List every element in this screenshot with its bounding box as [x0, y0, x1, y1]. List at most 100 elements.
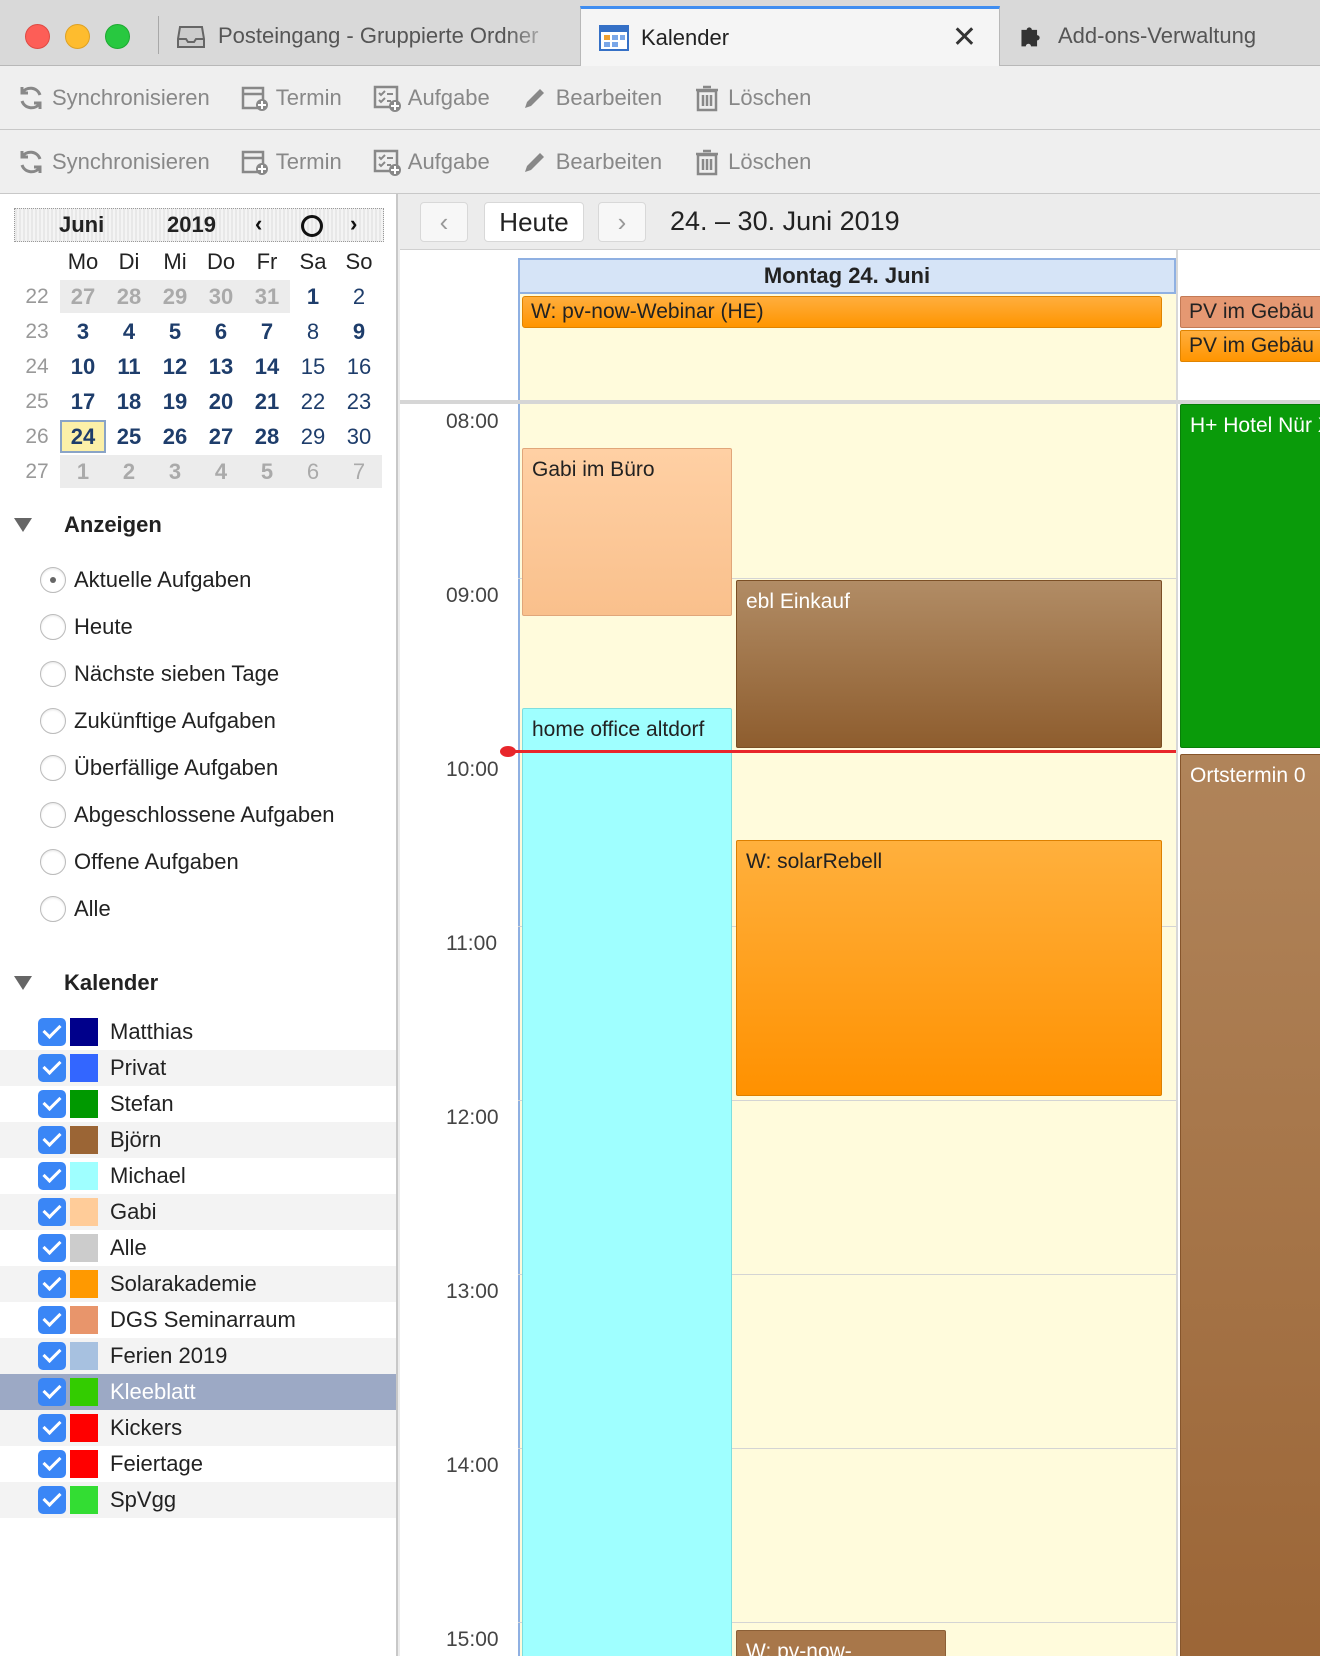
checkbox[interactable] [38, 1162, 66, 1190]
minimize-window-button[interactable] [65, 24, 90, 49]
close-window-button[interactable] [25, 24, 50, 49]
day-cell[interactable]: 3 [60, 315, 106, 348]
calendar-item[interactable]: Alle [0, 1230, 396, 1266]
today-button[interactable]: Heute [484, 202, 584, 242]
event-pv-gebaeude[interactable]: PV im Gebäu [1180, 330, 1320, 362]
sync-button[interactable]: Synchronisieren [16, 147, 210, 177]
checkbox[interactable] [38, 1378, 66, 1406]
day-cell[interactable]: 30 [198, 280, 244, 313]
day-cell[interactable]: 17 [60, 385, 106, 418]
day-cell[interactable]: 16 [336, 350, 382, 383]
chevron-right-icon[interactable]: › [350, 211, 357, 237]
day-cell[interactable]: 18 [106, 385, 152, 418]
day-cell[interactable]: 19 [152, 385, 198, 418]
day-cell[interactable]: 11 [106, 350, 152, 383]
disclosure-triangle-icon[interactable] [14, 976, 32, 990]
calendar-item[interactable]: Gabi [0, 1194, 396, 1230]
calendar-item-selected[interactable]: Kleeblatt [0, 1374, 396, 1410]
checkbox[interactable] [38, 1342, 66, 1370]
event-ortstermin[interactable]: Ortstermin 0 [1180, 754, 1320, 1656]
day-cell[interactable]: 21 [244, 385, 290, 418]
filter-option[interactable]: Zukünftige Aufgaben [40, 697, 335, 744]
day-cell[interactable]: 25 [106, 420, 152, 453]
day-cell[interactable]: 4 [106, 315, 152, 348]
checkbox[interactable] [38, 1414, 66, 1442]
event-pv-now[interactable]: W: pv-now- [736, 1630, 946, 1656]
checkbox[interactable] [38, 1198, 66, 1226]
checkbox[interactable] [38, 1450, 66, 1478]
new-task-button[interactable]: Aufgabe [372, 83, 490, 113]
calendar-section-header[interactable]: Kalender [14, 970, 158, 996]
day-cell[interactable]: 7 [336, 455, 382, 488]
calendar-item[interactable]: Solarakademie [0, 1266, 396, 1302]
calendar-item[interactable]: Kickers [0, 1410, 396, 1446]
filter-option[interactable]: Offene Aufgaben [40, 838, 335, 885]
edit-button[interactable]: Bearbeiten [520, 83, 662, 113]
day-cell[interactable]: 5 [152, 315, 198, 348]
day-cell[interactable]: 12 [152, 350, 198, 383]
tab-inbox[interactable]: Posteingang - Gruppierte Ordner [176, 6, 580, 66]
day-cell[interactable]: 23 [336, 385, 382, 418]
next-week-button[interactable]: › [598, 202, 646, 242]
event-hotel[interactable]: H+ Hotel Nür XXL-Stornog [1180, 404, 1320, 748]
edit-button[interactable]: Bearbeiten [520, 147, 662, 177]
event-solarrebell[interactable]: W: solarRebell [736, 840, 1162, 1096]
radio-button[interactable] [40, 801, 66, 828]
zoom-window-button[interactable] [105, 24, 130, 49]
day-cell[interactable]: 10 [60, 350, 106, 383]
day-cell[interactable]: 3 [152, 455, 198, 488]
day-cell[interactable]: 29 [290, 420, 336, 453]
day-cell[interactable]: 1 [290, 280, 336, 313]
radio-button[interactable] [40, 566, 66, 593]
day-cell[interactable]: 8 [290, 315, 336, 348]
show-section-header[interactable]: Anzeigen [14, 512, 162, 538]
day-cell[interactable]: 4 [198, 455, 244, 488]
calendar-item[interactable]: DGS Seminarraum [0, 1302, 396, 1338]
day-cell[interactable]: 2 [106, 455, 152, 488]
new-task-button[interactable]: Aufgabe [372, 147, 490, 177]
previous-week-button[interactable]: ‹ [420, 202, 468, 242]
calendar-item[interactable]: SpVgg [0, 1482, 396, 1518]
chevron-left-icon[interactable]: ‹ [255, 211, 262, 237]
radio-button[interactable] [40, 848, 66, 875]
radio-button[interactable] [40, 707, 66, 734]
today-circle-icon[interactable] [301, 215, 323, 237]
day-cell[interactable]: 14 [244, 350, 290, 383]
day-cell[interactable]: 5 [244, 455, 290, 488]
filter-option[interactable]: Alle [40, 885, 335, 932]
checkbox[interactable] [38, 1486, 66, 1514]
day-column-header[interactable]: Montag 24. Juni [518, 258, 1176, 294]
day-cell[interactable]: 15 [290, 350, 336, 383]
checkbox[interactable] [38, 1270, 66, 1298]
radio-button[interactable] [40, 613, 66, 640]
checkbox[interactable] [38, 1018, 66, 1046]
day-cell[interactable]: 31 [244, 280, 290, 313]
filter-option[interactable]: Heute [40, 603, 335, 650]
event-pv-gebaeude[interactable]: PV im Gebäu [1180, 296, 1320, 328]
calendar-item[interactable]: Matthias [0, 1014, 396, 1050]
checkbox[interactable] [38, 1234, 66, 1262]
day-cell-today[interactable]: 24 [60, 420, 106, 453]
day-cell[interactable]: 1 [60, 455, 106, 488]
delete-button[interactable]: Löschen [692, 83, 811, 113]
close-tab-icon[interactable]: ✕ [952, 23, 977, 53]
radio-button[interactable] [40, 895, 66, 922]
day-cell[interactable]: 6 [290, 455, 336, 488]
filter-option[interactable]: Überfällige Aufgaben [40, 744, 335, 791]
day-cell[interactable]: 30 [336, 420, 382, 453]
event-webinar[interactable]: W: pv-now-Webinar (HE) [522, 296, 1162, 328]
filter-option[interactable]: Nächste sieben Tage [40, 650, 335, 697]
calendar-item[interactable]: Privat [0, 1050, 396, 1086]
filter-option[interactable]: Aktuelle Aufgaben [40, 556, 335, 603]
sync-button[interactable]: Synchronisieren [16, 83, 210, 113]
day-cell[interactable]: 28 [106, 280, 152, 313]
disclosure-triangle-icon[interactable] [14, 518, 32, 532]
tab-calendar[interactable]: Kalender ✕ [580, 6, 1000, 67]
event-ebl-einkauf[interactable]: ebl Einkauf [736, 580, 1162, 748]
checkbox[interactable] [38, 1090, 66, 1118]
calendar-item[interactable]: Ferien 2019 [0, 1338, 396, 1374]
day-cell[interactable]: 27 [198, 420, 244, 453]
calendar-item[interactable]: Michael [0, 1158, 396, 1194]
day-cell[interactable]: 7 [244, 315, 290, 348]
new-event-button[interactable]: Termin [240, 147, 342, 177]
